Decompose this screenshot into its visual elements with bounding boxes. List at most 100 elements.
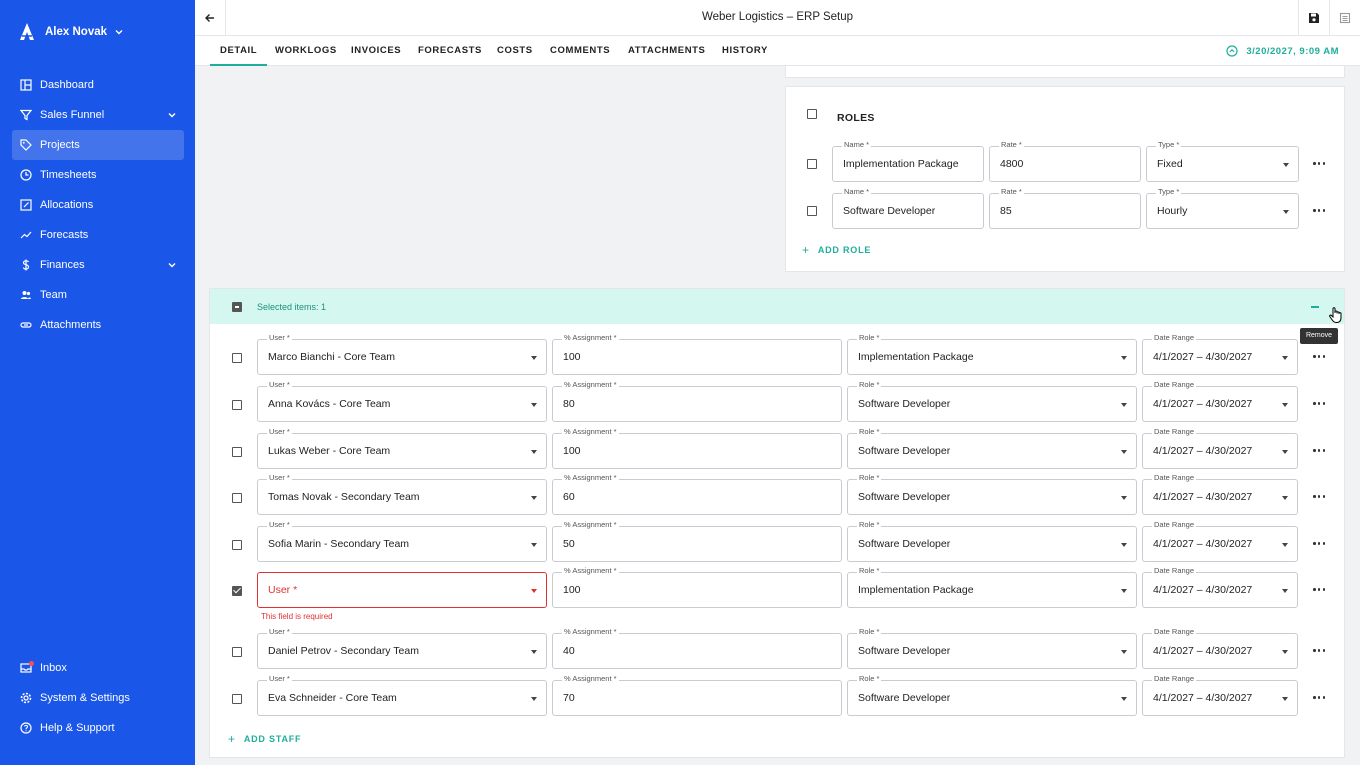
staff-role-select[interactable]: Role * Implementation Package xyxy=(847,566,1137,608)
staff-date-range-select[interactable]: Date Range 4/1/2027 – 4/30/2027 xyxy=(1142,520,1298,562)
more-options-icon[interactable] xyxy=(1313,355,1325,359)
staff-assignment-field[interactable]: % Assignment * 50 xyxy=(552,520,842,562)
field-label: Rate * xyxy=(999,140,1024,149)
sidebar-item-forecasts[interactable]: Forecasts xyxy=(12,220,184,250)
remove-selected-button[interactable] xyxy=(1308,297,1324,317)
more-options-icon[interactable] xyxy=(1313,542,1325,546)
datetime-indicator[interactable]: 3/20/2027, 9:09 AM xyxy=(1226,45,1339,57)
staff-user-select[interactable]: User * Marco Bianchi - Core Team xyxy=(257,333,547,375)
add-role-button[interactable]: + ADD ROLE xyxy=(802,243,871,257)
more-options-icon[interactable] xyxy=(1313,449,1325,453)
staff-assignment-field[interactable]: % Assignment * 40 xyxy=(552,627,842,669)
tab-attachments[interactable]: ATTACHMENTS xyxy=(618,36,716,66)
staff-row-checkbox[interactable] xyxy=(232,353,242,363)
staff-role-select[interactable]: Role * Software Developer xyxy=(847,674,1137,716)
staff-user-select[interactable]: User * Eva Schneider - Core Team xyxy=(257,674,547,716)
team-icon xyxy=(20,289,32,301)
sidebar-item-team[interactable]: Team xyxy=(12,280,184,310)
role-name-field[interactable]: Name * Software Developer xyxy=(832,187,984,229)
staff-user-select[interactable]: User * Daniel Petrov - Secondary Team xyxy=(257,627,547,669)
staff-role-select[interactable]: Role * Software Developer xyxy=(847,427,1137,469)
sidebar-item-settings[interactable]: System & Settings xyxy=(12,683,184,713)
field-label: Date Range xyxy=(1152,566,1197,575)
tab-detail[interactable]: DETAIL xyxy=(210,36,268,66)
staff-date-range-select[interactable]: Date Range 4/1/2027 – 4/30/2027 xyxy=(1142,473,1298,515)
add-staff-button[interactable]: + ADD STAFF xyxy=(228,732,301,746)
staff-row-checkbox[interactable] xyxy=(232,447,242,457)
staff-role-select[interactable]: Role * Software Developer xyxy=(847,380,1137,422)
datetime-text: 3/20/2027, 9:09 AM xyxy=(1246,45,1339,57)
more-options-icon[interactable] xyxy=(1313,495,1325,499)
sidebar-item-finances[interactable]: Finances xyxy=(12,250,184,280)
role-row-checkbox[interactable] xyxy=(807,206,817,216)
more-options-icon[interactable] xyxy=(1313,162,1325,166)
field-label: Role * xyxy=(857,427,882,436)
staff-date-range-select[interactable]: Date Range 4/1/2027 – 4/30/2027 xyxy=(1142,333,1298,375)
staff-date-range-select[interactable]: Date Range 4/1/2027 – 4/30/2027 xyxy=(1142,427,1298,469)
staff-user-select[interactable]: User * Sofia Marin - Secondary Team xyxy=(257,520,547,562)
field-value: 4/1/2027 – 4/30/2027 xyxy=(1153,398,1253,410)
staff-assignment-field[interactable]: % Assignment * 100 xyxy=(552,566,842,608)
tab-comments[interactable]: COMMENTS xyxy=(540,36,620,66)
staff-user-select[interactable]: User * Anna Kovács - Core Team xyxy=(257,380,547,422)
tab-history[interactable]: HISTORY xyxy=(712,36,778,66)
staff-role-select[interactable]: Role * Software Developer xyxy=(847,520,1137,562)
more-options-icon[interactable] xyxy=(1313,209,1325,213)
role-type-select[interactable]: Type * Hourly xyxy=(1146,187,1299,229)
tab-forecasts[interactable]: FORECASTS xyxy=(408,36,492,66)
role-row-checkbox[interactable] xyxy=(807,159,817,169)
sidebar-item-help[interactable]: Help & Support xyxy=(12,713,184,743)
staff-date-range-select[interactable]: Date Range 4/1/2027 – 4/30/2027 xyxy=(1142,380,1298,422)
role-name-field[interactable]: Name * Implementation Package xyxy=(832,140,984,182)
sidebar-item-allocations[interactable]: Allocations xyxy=(12,190,184,220)
tab-invoices[interactable]: INVOICES xyxy=(341,36,411,66)
staff-assignment-field[interactable]: % Assignment * 100 xyxy=(552,427,842,469)
field-label: % Assignment * xyxy=(562,566,619,575)
document-icon xyxy=(1339,12,1351,24)
role-type-select[interactable]: Type * Fixed xyxy=(1146,140,1299,182)
sidebar-item-timesheets[interactable]: Timesheets xyxy=(12,160,184,190)
staff-date-range-select[interactable]: Date Range 4/1/2027 – 4/30/2027 xyxy=(1142,627,1298,669)
staff-role-select[interactable]: Role * Software Developer xyxy=(847,473,1137,515)
more-options-icon[interactable] xyxy=(1313,402,1325,406)
role-rate-field[interactable]: Rate * 4800 xyxy=(989,140,1141,182)
save-button[interactable] xyxy=(1298,0,1329,36)
staff-row-checkbox[interactable] xyxy=(232,540,242,550)
roles-select-all-checkbox[interactable] xyxy=(807,109,817,119)
bottom-nav: Inbox System & Settings Help & Support xyxy=(12,653,184,743)
sidebar-item-inbox[interactable]: Inbox xyxy=(12,653,184,683)
staff-row-checkbox[interactable] xyxy=(232,586,242,596)
staff-assignment-field[interactable]: % Assignment * 60 xyxy=(552,473,842,515)
staff-date-range-select[interactable]: Date Range 4/1/2027 – 4/30/2027 xyxy=(1142,566,1298,608)
staff-assignment-field[interactable]: % Assignment * 100 xyxy=(552,333,842,375)
field-value: 100 xyxy=(563,445,581,457)
user-menu[interactable]: Alex Novak xyxy=(18,22,123,42)
sidebar-item-dashboard[interactable]: Dashboard xyxy=(12,70,184,100)
selection-bar: Selected items: 1 xyxy=(210,289,1344,324)
more-options-icon[interactable] xyxy=(1313,696,1325,700)
staff-row-checkbox[interactable] xyxy=(232,493,242,503)
tab-worklogs[interactable]: WORKLOGS xyxy=(265,36,347,66)
more-options-icon[interactable] xyxy=(1313,649,1325,653)
sidebar-item-sales-funnel[interactable]: Sales Funnel xyxy=(12,100,184,130)
staff-role-select[interactable]: Role * Software Developer xyxy=(847,627,1137,669)
staff-user-select[interactable]: User * xyxy=(257,572,547,608)
staff-user-select[interactable]: User * Lukas Weber - Core Team xyxy=(257,427,547,469)
staff-assignment-field[interactable]: % Assignment * 80 xyxy=(552,380,842,422)
sidebar-item-projects[interactable]: Projects xyxy=(12,130,184,160)
staff-date-range-select[interactable]: Date Range 4/1/2027 – 4/30/2027 xyxy=(1142,674,1298,716)
staff-row-checkbox[interactable] xyxy=(232,400,242,410)
field-value: 4/1/2027 – 4/30/2027 xyxy=(1153,538,1253,550)
staff-user-select[interactable]: User * Tomas Novak - Secondary Team xyxy=(257,473,547,515)
more-options-icon[interactable] xyxy=(1313,588,1325,592)
role-rate-field[interactable]: Rate * 85 xyxy=(989,187,1141,229)
staff-row-checkbox[interactable] xyxy=(232,694,242,704)
staff-assignment-field[interactable]: % Assignment * 70 xyxy=(552,674,842,716)
details-panel-button[interactable] xyxy=(1329,0,1360,36)
staff-row-checkbox[interactable] xyxy=(232,647,242,657)
sidebar-item-attachments[interactable]: Attachments xyxy=(12,310,184,340)
select-all-checkbox[interactable] xyxy=(232,302,242,312)
field-value: Lukas Weber - Core Team xyxy=(268,445,391,457)
tab-costs[interactable]: COSTS xyxy=(487,36,543,66)
staff-role-select[interactable]: Role * Implementation Package xyxy=(847,333,1137,375)
